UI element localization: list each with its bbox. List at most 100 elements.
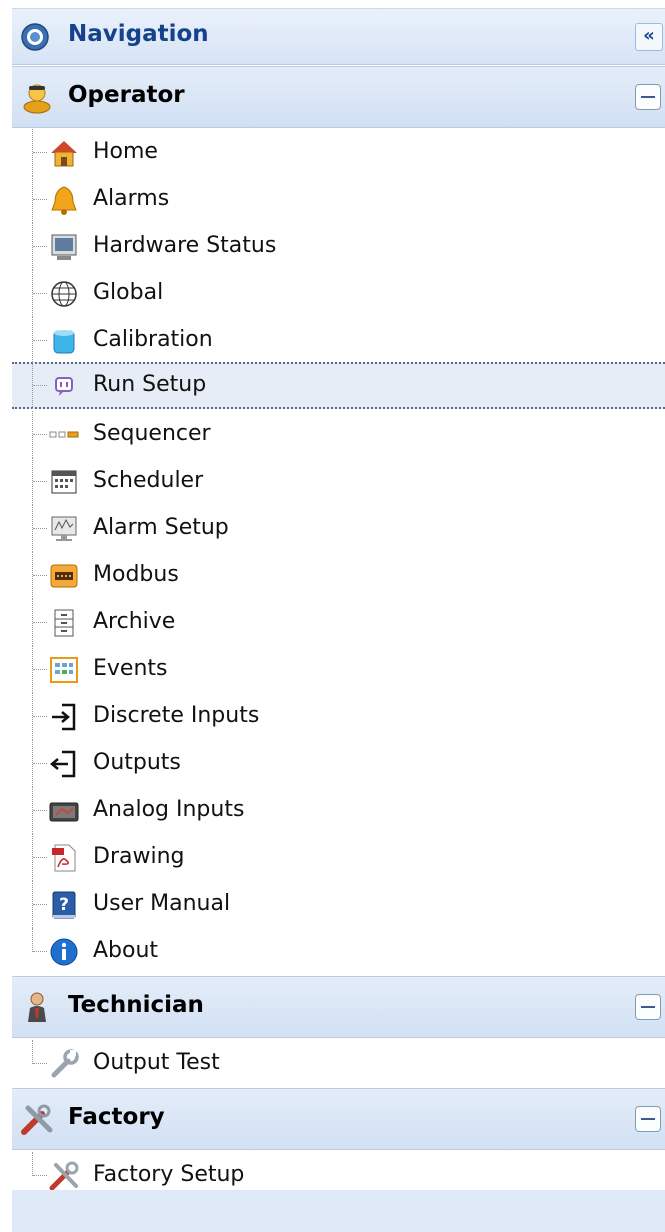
- nav-item-drawing[interactable]: Drawing: [12, 834, 665, 881]
- nav-item-home[interactable]: Home: [12, 129, 665, 176]
- nav-item-label: Output Test: [93, 1050, 220, 1075]
- nav-item-label: Calibration: [93, 327, 213, 352]
- nav-item-label: Outputs: [93, 750, 181, 775]
- tree-connector: [33, 716, 47, 717]
- pdf-icon: [52, 844, 76, 872]
- navigation-icon: [21, 23, 49, 51]
- section-title-operator: Operator: [68, 82, 185, 108]
- tree-line: [32, 1040, 33, 1064]
- nav-item-discrete-inputs[interactable]: Discrete Inputs: [12, 693, 665, 740]
- panel-footer: [12, 1190, 665, 1232]
- analog-meter-icon: [49, 802, 79, 822]
- tree-connector: [33, 622, 47, 623]
- monitor-icon: [51, 234, 77, 260]
- section-header-technician[interactable]: Technician: [12, 976, 665, 1038]
- nav-item-alarms[interactable]: Alarms: [12, 176, 665, 223]
- nav-item-modbus[interactable]: Modbus: [12, 552, 665, 599]
- nav-item-label: Alarm Setup: [93, 515, 229, 540]
- events-grid-icon: [50, 657, 78, 683]
- nav-item-label: Sequencer: [93, 421, 211, 446]
- tree-connector: [33, 152, 47, 153]
- home-icon: [51, 141, 77, 167]
- svg-text:?: ?: [59, 895, 69, 915]
- tree-connector: [33, 246, 47, 247]
- section-header-operator[interactable]: Operator: [12, 66, 665, 128]
- nav-item-hardware-status[interactable]: Hardware Status: [12, 223, 665, 270]
- nav-item-label: Modbus: [93, 562, 179, 587]
- wrench-icon: [51, 1049, 79, 1078]
- tree-connector: [33, 810, 47, 811]
- tree-connector: [33, 951, 47, 952]
- help-book-icon: ?: [52, 891, 76, 919]
- tree-line: [32, 928, 33, 952]
- nav-item-label: Archive: [93, 609, 176, 634]
- nav-item-label: About: [93, 938, 159, 963]
- navigation-title: Navigation: [68, 21, 209, 47]
- tree-connector: [33, 385, 47, 386]
- tree-connector: [33, 293, 47, 294]
- section-header-factory[interactable]: Factory: [12, 1088, 665, 1150]
- tree-connector: [33, 528, 47, 529]
- tools-icon: [49, 1161, 79, 1191]
- nav-item-analog-inputs[interactable]: Analog Inputs: [12, 787, 665, 834]
- tree-connector: [33, 904, 47, 905]
- navigation-header: Navigation «: [12, 8, 665, 65]
- tree-connector: [33, 669, 47, 670]
- bell-icon: [51, 186, 77, 215]
- nav-item-outputs[interactable]: Outputs: [12, 740, 665, 787]
- input-arrow-icon: [52, 703, 76, 731]
- alarm-monitor-icon: [51, 516, 77, 541]
- tree-connector: [33, 199, 47, 200]
- tree-connector: [33, 340, 47, 341]
- nav-item-scheduler[interactable]: Scheduler: [12, 458, 665, 505]
- nav-item-output-test[interactable]: Output Test: [12, 1040, 665, 1087]
- technician-icon: [28, 992, 46, 1022]
- tree-connector: [33, 1175, 47, 1176]
- nav-item-label: Analog Inputs: [93, 797, 245, 822]
- nav-item-alarm-setup[interactable]: Alarm Setup: [12, 505, 665, 552]
- chat-icon: [55, 377, 73, 396]
- tree-connector: [33, 434, 47, 435]
- nav-item-events[interactable]: Events: [12, 646, 665, 693]
- nav-item-run-setup[interactable]: Run Setup: [12, 362, 665, 409]
- info-icon: [50, 938, 78, 966]
- nav-item-label: Hardware Status: [93, 233, 277, 258]
- tree-connector: [33, 481, 47, 482]
- collapse-operator-button[interactable]: [635, 84, 661, 110]
- factory-icon: [21, 1104, 53, 1135]
- nav-item-label: Scheduler: [93, 468, 204, 493]
- nav-item-label: Alarms: [93, 186, 170, 211]
- operator-icon: [23, 84, 51, 114]
- collapse-factory-button[interactable]: [635, 1106, 661, 1132]
- sequence-icon: [49, 431, 79, 438]
- nav-item-label: Global: [93, 280, 164, 305]
- nav-item-global[interactable]: Global: [12, 270, 665, 317]
- nav-item-label: Drawing: [93, 844, 185, 869]
- nav-item-calibration[interactable]: Calibration: [12, 317, 665, 364]
- tree-connector: [33, 575, 47, 576]
- tree-connector: [33, 1063, 47, 1064]
- nav-item-about[interactable]: About: [12, 928, 665, 975]
- navigation-panel: Navigation « Operator Home Alarms Hardware…: [12, 8, 665, 1232]
- collapse-technician-button[interactable]: [635, 994, 661, 1020]
- nav-item-user-manual[interactable]: ? User Manual: [12, 881, 665, 928]
- nav-item-label: Run Setup: [93, 372, 207, 397]
- nav-item-archive[interactable]: Archive: [12, 599, 665, 646]
- nav-item-sequencer[interactable]: Sequencer: [12, 411, 665, 458]
- cabinet-icon: [54, 609, 74, 637]
- cylinder-icon: [53, 330, 75, 354]
- section-title-factory: Factory: [68, 1104, 165, 1130]
- collapse-panel-button[interactable]: «: [635, 23, 663, 51]
- tree-connector: [33, 857, 47, 858]
- tree-line: [32, 1152, 33, 1176]
- modbus-icon: [50, 564, 78, 588]
- globe-icon: [51, 281, 77, 307]
- nav-item-label: User Manual: [93, 891, 231, 916]
- nav-item-label: Events: [93, 656, 168, 681]
- calendar-icon: [51, 470, 77, 494]
- nav-item-label: Home: [93, 139, 158, 164]
- section-title-technician: Technician: [68, 992, 204, 1018]
- nav-item-label: Factory Setup: [93, 1162, 245, 1187]
- tree-connector: [33, 763, 47, 764]
- nav-item-label: Discrete Inputs: [93, 703, 260, 728]
